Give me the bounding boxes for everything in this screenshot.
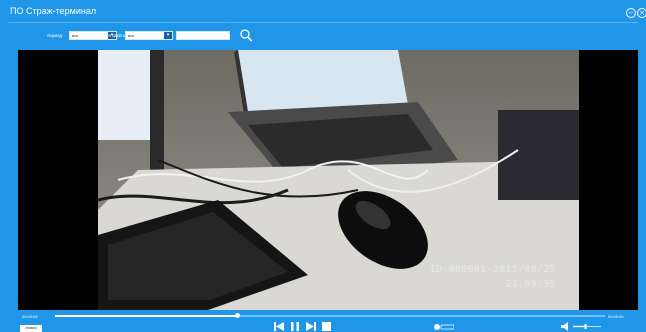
period-select-value: все (72, 33, 79, 38)
speed-icon[interactable] (434, 324, 454, 330)
osd-time-line: 21:09:35 (505, 279, 556, 290)
progress-bar[interactable] (55, 313, 605, 318)
close-button[interactable]: × (637, 8, 646, 18)
title-divider (8, 22, 638, 23)
window-title: ПО Страж-терминал (10, 6, 97, 16)
chevron-down-icon: ▾ (164, 32, 172, 39)
snapshot-button[interactable]: снимок (20, 325, 42, 332)
video-player[interactable]: ID:000001-2015/08/25 21:09:35 (18, 50, 638, 310)
progress-fill (55, 315, 237, 317)
volume-icon[interactable] (561, 322, 601, 331)
current-time: 00:00:08 (22, 314, 38, 319)
pause-icon[interactable] (291, 322, 299, 331)
stop-icon[interactable] (322, 322, 331, 331)
title-bar: ПО Страж-терминал − × (0, 0, 646, 22)
osd-id-line: ID:000001-2015/08/25 (429, 264, 556, 275)
search-input[interactable] (176, 31, 230, 40)
filter-bar: период все ▾ тип файла все ▾ (0, 26, 646, 46)
skip-next-icon[interactable] (306, 322, 316, 331)
period-label: период (47, 33, 62, 38)
search-icon[interactable] (240, 29, 252, 42)
total-time: 00:00:00 (608, 314, 624, 319)
progress-handle[interactable] (234, 313, 240, 318)
filetype-label: тип файла (104, 33, 127, 38)
playback-controls: 00:00:08 00:00:00 снимок (0, 310, 646, 332)
skip-previous-icon[interactable] (274, 322, 284, 331)
filetype-select-value: все (128, 33, 135, 38)
minimize-button[interactable]: − (626, 8, 636, 18)
filetype-select[interactable]: все ▾ (125, 31, 173, 40)
